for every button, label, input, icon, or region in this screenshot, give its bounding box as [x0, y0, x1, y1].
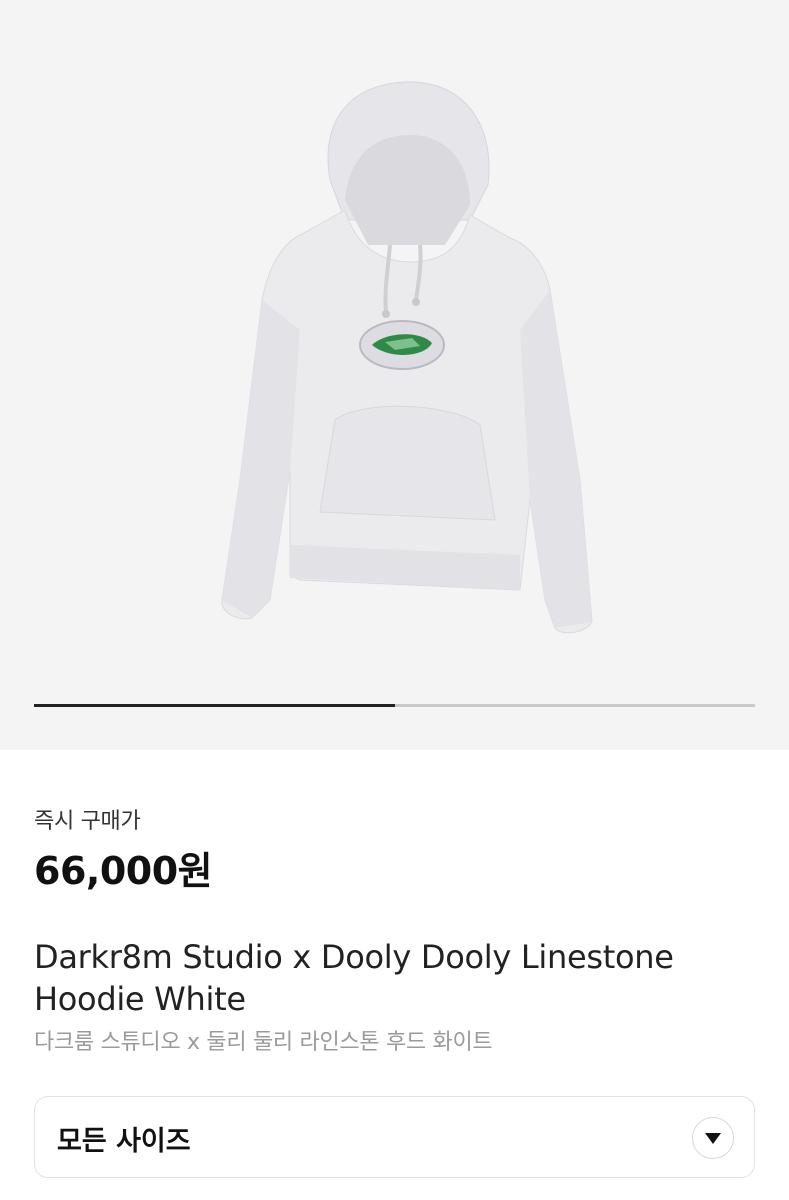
- product-image-carousel[interactable]: [0, 0, 789, 750]
- product-title-korean: 다크룸 스튜디오 x 둘리 둘리 라인스톤 후드 화이트: [34, 1030, 493, 1055]
- hoodie-product-photo: [221, 81, 593, 634]
- size-selector-dropdown[interactable]: 모든 사이즈: [34, 1096, 755, 1178]
- size-selector-value: 모든 사이즈: [57, 1126, 191, 1157]
- product-title-english: Darkr8m Studio x Dooly Dooly Linestone H…: [34, 938, 674, 1018]
- instant-buy-price-label: 즉시 구매가: [34, 809, 141, 834]
- chevron-down-icon[interactable]: [692, 1117, 734, 1159]
- carousel-progress-bar: [34, 704, 755, 707]
- price-value: 66,000원: [34, 849, 213, 893]
- carousel-progress-fill: [34, 704, 395, 707]
